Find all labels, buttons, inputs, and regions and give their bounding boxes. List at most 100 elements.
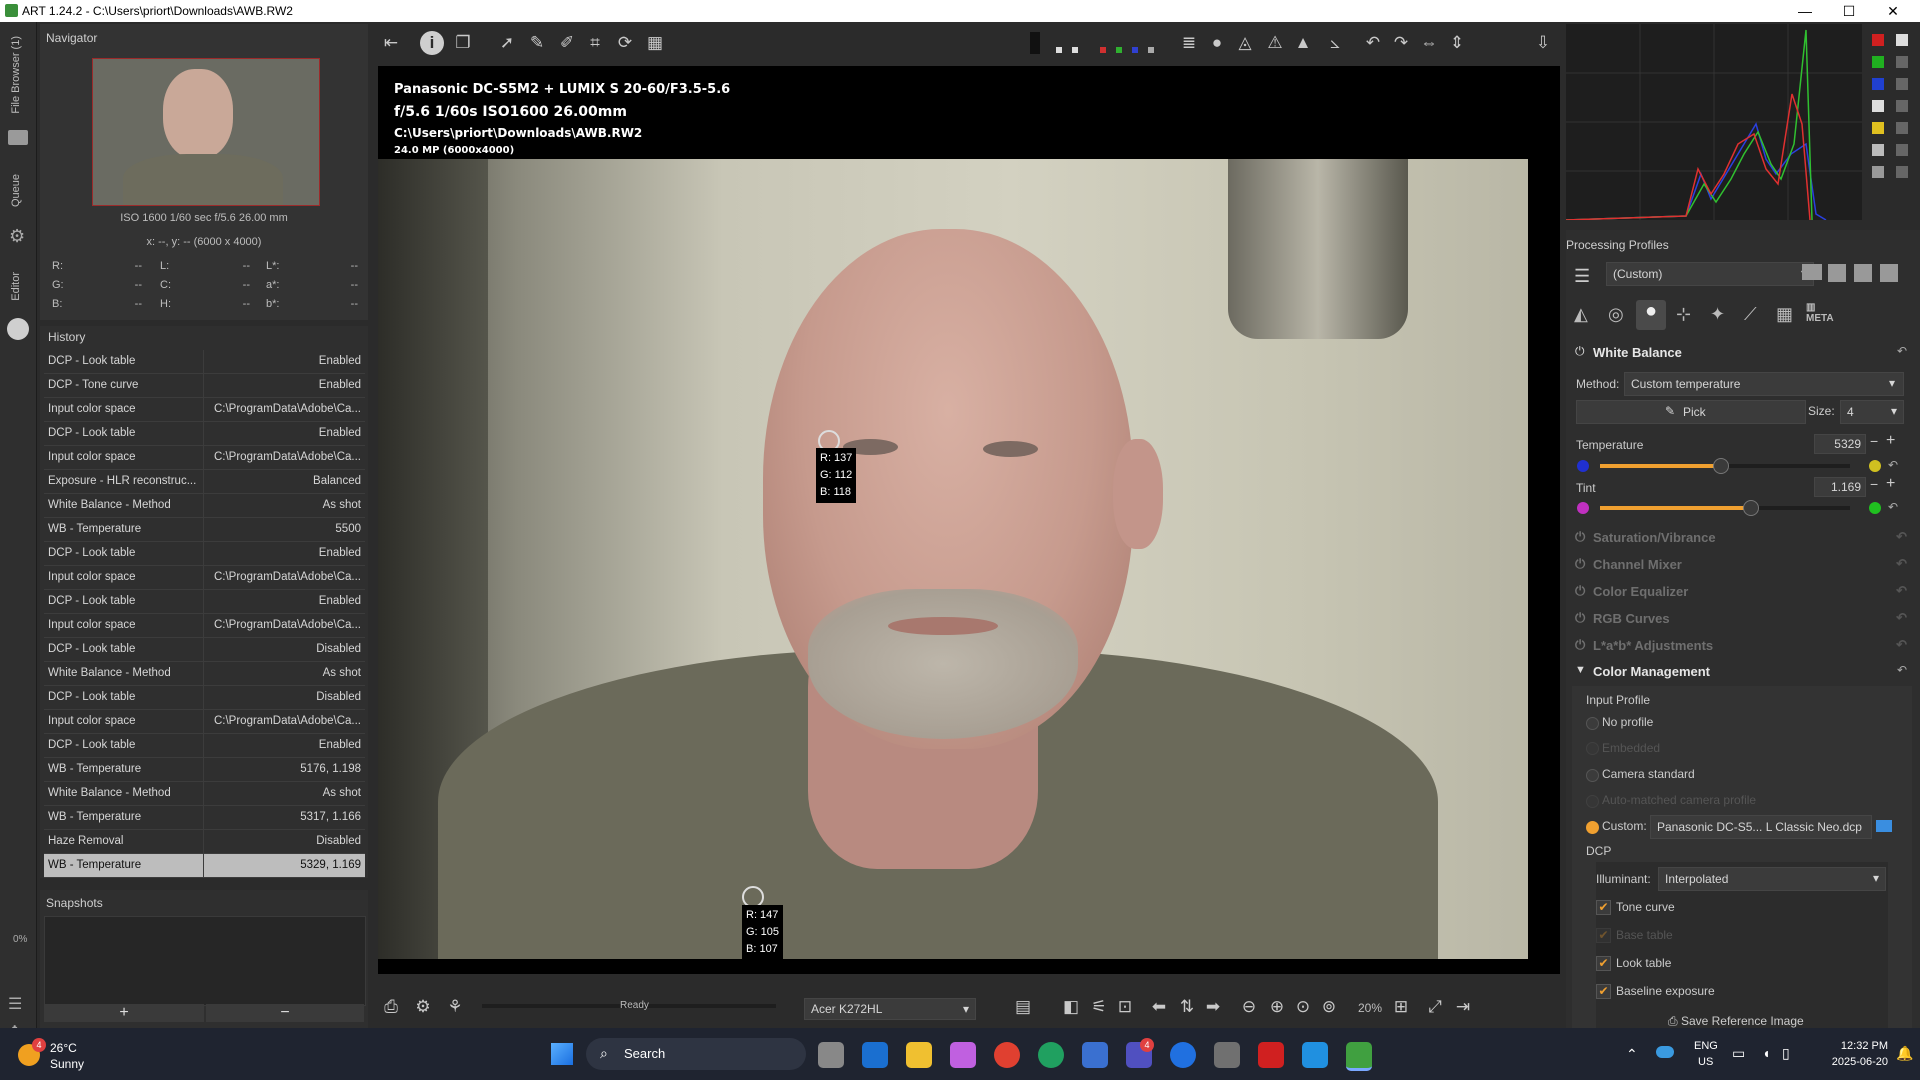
copy-profile-icon[interactable] bbox=[1854, 264, 1872, 282]
plus-icon[interactable]: + bbox=[1886, 475, 1895, 493]
background-color-icon[interactable] bbox=[1030, 32, 1040, 54]
onedrive-icon[interactable] bbox=[1656, 1046, 1674, 1058]
profile-select[interactable]: (Custom) ▾ bbox=[1606, 262, 1814, 286]
tab-meta-icon[interactable]: ▥ META bbox=[1806, 302, 1834, 324]
flip-horizontal-icon[interactable]: ⇔ bbox=[1418, 32, 1440, 54]
paste-profile-icon[interactable] bbox=[1880, 264, 1898, 282]
tab-file-browser[interactable]: File Browser (1) bbox=[10, 36, 22, 114]
prev-image-icon[interactable]: ◧ bbox=[1060, 996, 1082, 1018]
new-window-icon[interactable]: ⊞ bbox=[1390, 996, 1412, 1018]
gamut-warning-icon[interactable]: ◬ bbox=[1234, 32, 1256, 54]
hist-icon-5[interactable] bbox=[1896, 122, 1908, 134]
add-snapshot-button[interactable]: + bbox=[44, 1004, 204, 1022]
zoom-app-icon[interactable] bbox=[1170, 1042, 1196, 1068]
soft-proof-icon[interactable]: ⦣ bbox=[1324, 32, 1346, 54]
hand-tool-icon[interactable]: ➚ bbox=[496, 32, 518, 54]
hide-top-panel-icon[interactable]: ⇩ bbox=[1532, 32, 1554, 54]
radio-custom[interactable] bbox=[1586, 821, 1599, 834]
perspective-icon[interactable]: ▦ bbox=[644, 32, 666, 54]
arrow-right-icon[interactable]: ➡ bbox=[1202, 996, 1224, 1018]
section-header[interactable]: ⏻ RGB Curves ↶ bbox=[1573, 608, 1913, 630]
history-row[interactable]: WB - Temperature 5500 bbox=[44, 518, 365, 542]
tab-exposure-icon[interactable]: ◭ bbox=[1574, 304, 1588, 325]
history-row[interactable]: Input color space C:\ProgramData\Adobe\Ca… bbox=[44, 614, 365, 638]
snapshots-list[interactable] bbox=[44, 916, 366, 1006]
zoom-fit-icon[interactable]: ⊙ bbox=[1292, 996, 1314, 1018]
size-select[interactable]: 4 ▾ bbox=[1840, 400, 1904, 424]
file-explorer-icon[interactable] bbox=[906, 1042, 932, 1068]
reset-icon[interactable]: ↶ bbox=[1897, 663, 1907, 677]
checkbox[interactable]: ✔ bbox=[1596, 984, 1611, 999]
lang-region[interactable]: US bbox=[1698, 1056, 1713, 1068]
history-row[interactable]: DCP - Look table Enabled bbox=[44, 542, 365, 566]
preview-red-icon[interactable] bbox=[1100, 47, 1106, 53]
history-row[interactable]: Input color space C:\ProgramData\Adobe\Ca… bbox=[44, 398, 365, 422]
arrow-left-icon[interactable]: ⬅ bbox=[1148, 996, 1170, 1018]
tab-local-icon[interactable]: ⊹ bbox=[1676, 304, 1691, 325]
radio-camera-standard[interactable] bbox=[1586, 769, 1599, 782]
hist-mode-icon[interactable] bbox=[1896, 34, 1908, 46]
aperture-icon[interactable] bbox=[7, 318, 29, 340]
monitor-profile-select[interactable]: Acer K272HL ▾ bbox=[804, 998, 976, 1020]
preview-green-icon[interactable] bbox=[1116, 47, 1122, 53]
reset-icon[interactable]: ↶ bbox=[1896, 610, 1907, 626]
history-row[interactable]: White Balance - Method As shot bbox=[44, 782, 365, 806]
chevron-up-icon[interactable]: ⌃ bbox=[1626, 1046, 1638, 1063]
reset-tint-icon[interactable]: ↶ bbox=[1888, 500, 1898, 514]
history-row[interactable]: WB - Temperature 5329, 1.169 bbox=[44, 854, 365, 878]
power-icon[interactable]: ⏻ bbox=[1575, 583, 1585, 599]
temperature-value[interactable]: 5329 bbox=[1814, 434, 1866, 454]
preview-r-icon[interactable] bbox=[1056, 47, 1062, 53]
crop-icon[interactable]: ⌗ bbox=[584, 32, 606, 54]
save-image-icon[interactable]: ⎙ bbox=[380, 996, 402, 1018]
load-profile-icon[interactable] bbox=[1802, 264, 1822, 280]
tint-slider-knob[interactable] bbox=[1743, 500, 1759, 516]
reset-icon[interactable]: ↶ bbox=[1896, 637, 1907, 653]
power-icon[interactable]: ⏻ bbox=[1575, 529, 1585, 545]
zoom-100-icon[interactable]: ⊚ bbox=[1318, 996, 1340, 1018]
tab-transform-icon[interactable]: ⟋ bbox=[1744, 304, 1757, 325]
hist-icon-7[interactable] bbox=[1896, 166, 1908, 178]
tab-effects-icon[interactable]: ✦ bbox=[1710, 304, 1725, 325]
tab-queue[interactable]: Queue bbox=[10, 174, 22, 207]
hist-icon-2[interactable] bbox=[1896, 56, 1908, 68]
hist-green-toggle-icon[interactable] bbox=[1872, 56, 1884, 68]
preview-rgb-icon[interactable] bbox=[1072, 47, 1078, 53]
section-header[interactable]: ⏻ Saturation/Vibrance ↶ bbox=[1573, 527, 1913, 549]
focus-mask-icon[interactable]: ≣ bbox=[1178, 32, 1200, 54]
store-icon[interactable] bbox=[1082, 1042, 1108, 1068]
hide-left-panel-icon[interactable]: ⇤ bbox=[380, 32, 402, 54]
hist-bar-toggle-icon[interactable] bbox=[1872, 166, 1884, 178]
rotate-left-icon[interactable]: ↶ bbox=[1362, 32, 1384, 54]
outlook-icon[interactable] bbox=[862, 1042, 888, 1068]
history-row[interactable]: DCP - Look table Disabled bbox=[44, 638, 365, 662]
checkbox[interactable]: ✔ bbox=[1596, 956, 1611, 971]
profile-list-icon[interactable]: ☰ bbox=[1574, 266, 1590, 287]
wb-picker-icon[interactable]: ✎ bbox=[526, 32, 548, 54]
pick-button[interactable]: ✎ Pick bbox=[1576, 400, 1806, 424]
history-row[interactable]: Input color space C:\ProgramData\Adobe\Ca… bbox=[44, 566, 365, 590]
rotate-right-icon[interactable]: ↷ bbox=[1390, 32, 1412, 54]
volume-icon[interactable]: ◖ bbox=[1762, 1045, 1770, 1061]
display-icon[interactable]: ▭ bbox=[1732, 1045, 1745, 1062]
folder-icon[interactable] bbox=[1876, 820, 1892, 832]
clock-time[interactable]: 12:32 PM bbox=[1820, 1040, 1888, 1052]
plus-icon[interactable]: + bbox=[1886, 432, 1895, 450]
histogram[interactable] bbox=[1565, 24, 1862, 221]
sync-icon[interactable]: ⚟ bbox=[1088, 996, 1110, 1018]
temperature-slider[interactable] bbox=[1600, 458, 1850, 474]
tint-value[interactable]: 1.169 bbox=[1814, 477, 1866, 497]
task-view-icon[interactable] bbox=[818, 1042, 844, 1068]
tab-details-icon[interactable]: ◎ bbox=[1608, 304, 1624, 325]
hist-raw-toggle-icon[interactable] bbox=[1872, 144, 1884, 156]
history-row[interactable]: DCP - Look table Enabled bbox=[44, 590, 365, 614]
fit-icon[interactable]: ⊡ bbox=[1114, 996, 1136, 1018]
pdf-icon[interactable] bbox=[1258, 1042, 1284, 1068]
before-after-icon[interactable]: ❐ bbox=[452, 32, 474, 54]
tab-editor[interactable]: Editor bbox=[10, 272, 22, 301]
minimize-icon[interactable]: — bbox=[1782, 0, 1828, 22]
power-icon[interactable]: ⏻ bbox=[1575, 344, 1585, 359]
info-icon[interactable]: i bbox=[420, 31, 444, 55]
history-row[interactable]: DCP - Look table Enabled bbox=[44, 350, 365, 374]
close-icon[interactable]: ✕ bbox=[1870, 0, 1916, 22]
